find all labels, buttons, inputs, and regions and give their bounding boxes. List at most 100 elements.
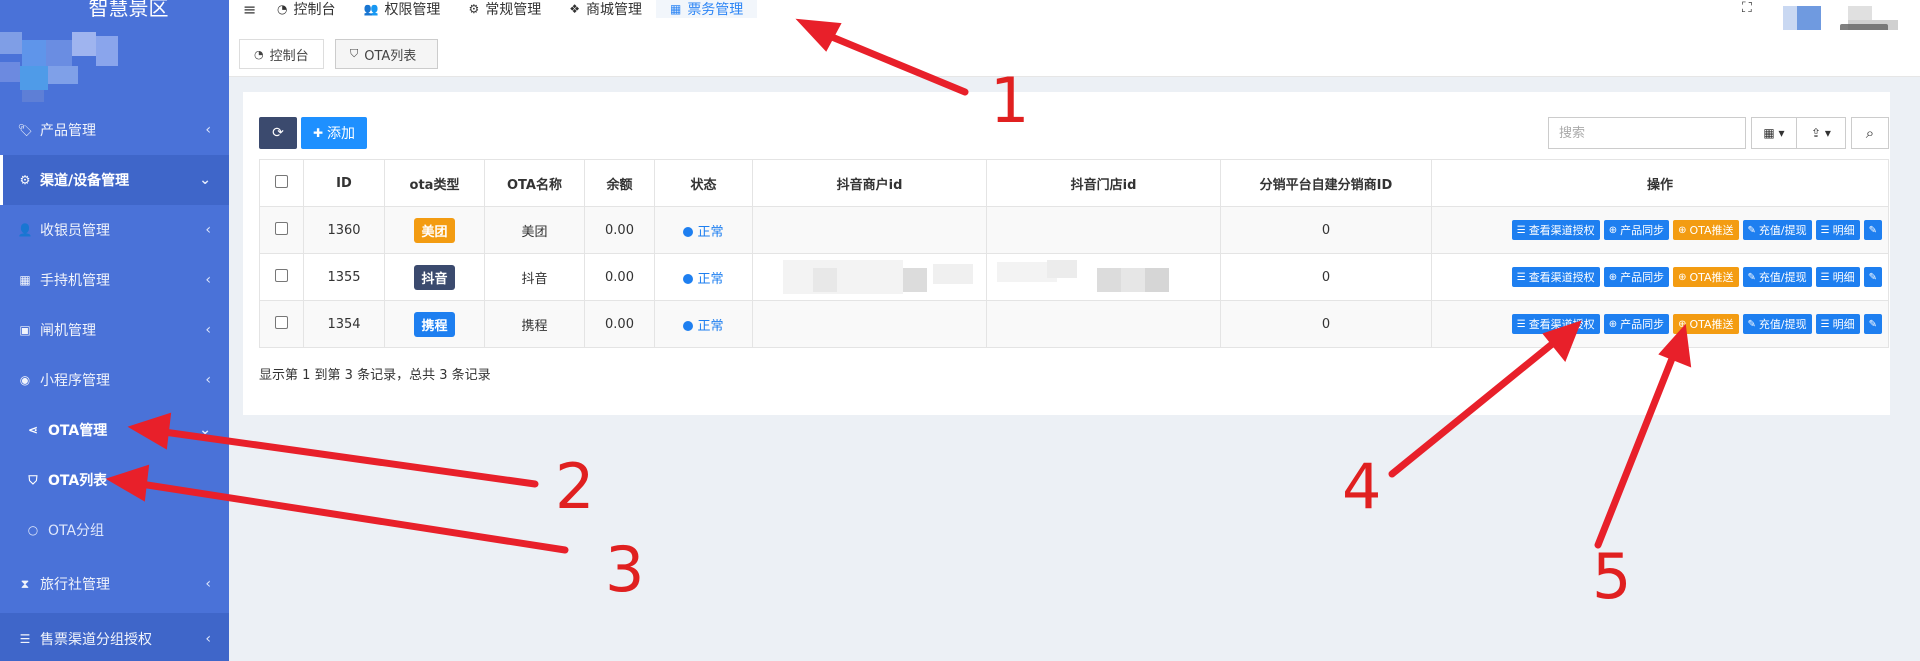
sidebar-item-gate[interactable]: ▣ 闸机管理 ‹ bbox=[0, 305, 229, 355]
detail-button[interactable]: ☰ 明细 bbox=[1815, 267, 1860, 287]
detail-button[interactable]: ☰ 明细 bbox=[1815, 220, 1860, 240]
sidebar-item-label: OTA列表 bbox=[48, 473, 108, 489]
fullscreen-icon[interactable]: ⛶ bbox=[1742, 0, 1752, 16]
detail-button[interactable]: ☰ 明细 bbox=[1815, 314, 1860, 334]
plus-circle-icon: ⊕ bbox=[1678, 224, 1687, 236]
ota-push-button[interactable]: ⊕ OTA推送 bbox=[1673, 267, 1739, 287]
select-all-checkbox[interactable] bbox=[275, 174, 288, 188]
view-channel-auth-button[interactable]: ☰ 查看渠道授权 bbox=[1511, 220, 1600, 240]
circle-icon: ○ bbox=[27, 523, 39, 537]
row-checkbox[interactable] bbox=[275, 315, 288, 329]
col-header-id[interactable]: ID bbox=[303, 159, 385, 207]
table-row: 1355 抖音 抖音 0.00 正常 0 ☰ 查看渠道授权 ⊕ 产品同步 ⊕ O… bbox=[259, 253, 1889, 301]
nav-ticketing[interactable]: ▦ 票务管理 bbox=[655, 0, 758, 18]
user-avatar[interactable] bbox=[0, 22, 229, 102]
sidebar: 智慧景区 🏷 产品管理 ‹ ⚙ 渠道/设备管理 ⌄ 👤 收银员管理 ‹ ▦ 手持… bbox=[0, 0, 229, 661]
sidebar-item-ota-list[interactable]: ⛉ OTA列表 bbox=[0, 455, 229, 505]
plus-circle-icon: ⊕ bbox=[1678, 318, 1687, 330]
sidebar-item-ota-group[interactable]: ○ OTA分组 bbox=[0, 505, 229, 555]
sidebar-item-ota-manage[interactable]: ⋖ OTA管理 ⌄ bbox=[0, 405, 229, 455]
sidebar-item-cashier[interactable]: 👤 收银员管理 ‹ bbox=[0, 205, 229, 255]
tag-icon: 🏷 bbox=[17, 123, 33, 137]
row-checkbox[interactable] bbox=[275, 268, 288, 282]
nav-general[interactable]: ⚙ 常规管理 bbox=[454, 0, 555, 18]
edit-button[interactable]: ✎ bbox=[1863, 267, 1882, 287]
export-button[interactable]: ⇪ ▾ bbox=[1796, 117, 1846, 149]
edit-button[interactable]: ✎ bbox=[1863, 220, 1882, 240]
status-badge: 正常 bbox=[683, 272, 724, 287]
list-icon: ☰ bbox=[1820, 318, 1830, 330]
view-channel-auth-button[interactable]: ☰ 查看渠道授权 bbox=[1511, 314, 1600, 334]
cell-douyin-store bbox=[986, 253, 1221, 301]
add-button[interactable]: ✚ 添加 bbox=[301, 117, 367, 149]
sidebar-item-label: 渠道/设备管理 bbox=[40, 173, 130, 189]
chevron-left-icon: ‹ bbox=[205, 322, 211, 338]
sidebar-item-channel-group-auth[interactable]: ☰ 售票渠道分组授权 ‹ bbox=[0, 613, 229, 661]
tab-label: OTA列表 bbox=[364, 48, 417, 64]
cell-type: 抖音 bbox=[384, 253, 485, 301]
gate-icon: ▣ bbox=[19, 323, 31, 337]
op-label: 产品同步 bbox=[1620, 271, 1665, 284]
ota-type-badge: 抖音 bbox=[414, 264, 455, 290]
hourglass-icon: ⧗ bbox=[20, 576, 30, 591]
op-label: 产品同步 bbox=[1620, 224, 1665, 237]
sidebar-item-miniprogram[interactable]: ◉ 小程序管理 ‹ bbox=[0, 355, 229, 405]
op-label: 查看渠道授权 bbox=[1528, 224, 1595, 237]
cell-balance: 0.00 bbox=[584, 206, 655, 254]
nav-permission[interactable]: 👥 权限管理 bbox=[349, 0, 454, 18]
cell-name: 携程 bbox=[484, 300, 585, 348]
recharge-withdraw-button[interactable]: ✎ 充值/提现 bbox=[1742, 314, 1812, 334]
user-avatar-top[interactable] bbox=[1783, 6, 1821, 30]
list-icon: ☰ bbox=[1516, 271, 1526, 283]
col-header-douyin-merchant[interactable]: 抖音商户id bbox=[752, 159, 987, 207]
recharge-withdraw-button[interactable]: ✎ 充值/提现 bbox=[1742, 267, 1812, 287]
cell-douyin-merchant bbox=[752, 206, 987, 254]
annotation-label-3: 3 bbox=[605, 533, 644, 606]
op-label: 明细 bbox=[1832, 271, 1855, 284]
op-label: 明细 bbox=[1832, 224, 1855, 237]
sidebar-item-label: 旅行社管理 bbox=[40, 577, 110, 593]
table-row: 1360 美团 美团 0.00 正常 0 ☰ 查看渠道授权 ⊕ 产品同步 ⊕ OTA推… bbox=[259, 206, 1889, 254]
row-checkbox[interactable] bbox=[275, 221, 288, 235]
search-input[interactable] bbox=[1548, 117, 1746, 149]
cogs-icon: ⚙ bbox=[19, 173, 31, 187]
shield-icon: ⛉ bbox=[350, 47, 359, 60]
ota-push-button[interactable]: ⊕ OTA推送 bbox=[1673, 314, 1739, 334]
sidebar-item-channel-device[interactable]: ⚙ 渠道/设备管理 ⌄ bbox=[0, 155, 229, 205]
view-channel-auth-button[interactable]: ☰ 查看渠道授权 bbox=[1511, 267, 1600, 287]
columns-toggle-button[interactable]: ▦ ▾ bbox=[1751, 117, 1797, 149]
plus-circle-icon: ⊕ bbox=[1678, 271, 1687, 283]
col-header-ota-name[interactable]: OTA名称 bbox=[484, 159, 585, 207]
cogs-icon: ⚙ bbox=[468, 2, 480, 16]
product-sync-button[interactable]: ⊕ 产品同步 bbox=[1603, 220, 1670, 240]
sidebar-item-handheld[interactable]: ▦ 手持机管理 ‹ bbox=[0, 255, 229, 305]
col-header-balance[interactable]: 余额 bbox=[584, 159, 655, 207]
recharge-withdraw-button[interactable]: ✎ 充值/提现 bbox=[1742, 220, 1812, 240]
col-header-dist-id[interactable]: 分销平台自建分销商ID bbox=[1220, 159, 1432, 207]
pencil-icon: ✎ bbox=[1868, 271, 1877, 283]
menu-toggle-icon[interactable]: ≡ bbox=[229, 0, 263, 19]
nav-mall[interactable]: ❖ 商城管理 bbox=[555, 0, 656, 18]
col-header-status[interactable]: 状态 bbox=[654, 159, 753, 207]
product-sync-button[interactable]: ⊕ 产品同步 bbox=[1603, 267, 1670, 287]
briefcase-icon: ▦ bbox=[19, 273, 31, 287]
nav-label: 控制台 bbox=[293, 2, 336, 18]
ota-push-button[interactable]: ⊕ OTA推送 bbox=[1673, 220, 1739, 240]
product-sync-button[interactable]: ⊕ 产品同步 bbox=[1603, 314, 1670, 334]
refresh-button[interactable]: ⟳ bbox=[259, 117, 297, 149]
sidebar-item-product[interactable]: 🏷 产品管理 ‹ bbox=[0, 105, 229, 155]
row-select-cell bbox=[259, 206, 304, 254]
plus-circle-icon: ⊕ bbox=[1608, 224, 1618, 236]
edit-button[interactable]: ✎ bbox=[1863, 314, 1882, 334]
tab-dashboard[interactable]: ◔ 控制台 bbox=[239, 39, 324, 69]
col-header-ota-type[interactable]: ota类型 bbox=[384, 159, 485, 207]
sidebar-item-travel-agency[interactable]: ⧗ 旅行社管理 ‹ bbox=[0, 555, 229, 613]
cell-douyin-merchant bbox=[752, 300, 987, 348]
search-button[interactable]: ⌕ bbox=[1851, 117, 1889, 149]
cell-id: 1354 bbox=[303, 300, 385, 348]
nav-dashboard[interactable]: ◔ 控制台 bbox=[263, 0, 349, 18]
col-header-douyin-store[interactable]: 抖音门店id bbox=[986, 159, 1221, 207]
sidebar-item-label: 售票渠道分组授权 bbox=[40, 632, 152, 648]
edit-icon: ✎ bbox=[1747, 271, 1756, 283]
tab-ota-list[interactable]: ⛉ OTA列表 bbox=[335, 39, 438, 69]
